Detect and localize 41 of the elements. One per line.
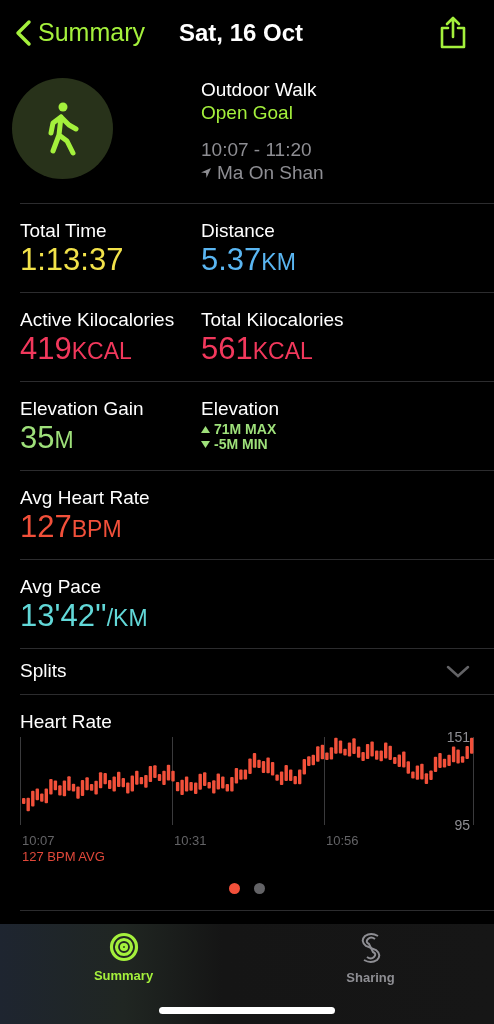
workout-type: Outdoor Walk [201, 78, 318, 101]
workout-time: 10:07 - 11:20 [201, 138, 313, 161]
stat-value: 561KCAL [201, 331, 314, 368]
stat-value: 1:13:37 [20, 242, 125, 278]
back-button[interactable]: Summary [14, 14, 145, 52]
axis-label: 10:31 [174, 833, 207, 849]
stat-label: Total Time [20, 219, 108, 242]
stat-value: 35M [20, 420, 75, 457]
elevation-reading: 71M MAX [214, 422, 277, 437]
stat-label: Distance [201, 219, 276, 242]
stat-value: 5.37KM [201, 242, 297, 279]
workout-goal: Open Goal [201, 101, 294, 124]
stat-label: Active Kilocalories [20, 308, 176, 331]
chart-max-label: 151 [446, 728, 470, 747]
tab[interactable]: Sharing [247, 932, 494, 992]
chevron-down-icon [446, 665, 470, 678]
average-label: 127 BPM AVG [21, 849, 106, 865]
tab[interactable]: Summary [0, 932, 247, 992]
stat-value: 13'42''/KM [20, 598, 149, 635]
stat-value: 127BPM [20, 509, 123, 546]
stat-label: Avg Pace [20, 575, 102, 598]
page-title: Sat, 16 Oct [178, 18, 304, 48]
stat-label: Total Kilocalories [201, 308, 345, 331]
axis-label: 10:56 [326, 833, 359, 849]
location-arrow-icon [201, 167, 211, 178]
share-button[interactable] [438, 16, 468, 50]
chart-min-label: 95 [454, 816, 470, 835]
stat-label: Elevation [201, 397, 281, 420]
up-triangle-icon [201, 425, 210, 434]
stat-label: Avg Heart Rate [20, 486, 151, 509]
elevation-reading: -5M MIN [214, 437, 268, 452]
chevron-left-icon [14, 19, 32, 47]
sharing-icon [359, 932, 382, 964]
stat-value: 419KCAL [20, 331, 133, 368]
splits-row[interactable]: Splits [20, 648, 494, 694]
rings-icon [108, 932, 139, 962]
down-triangle-icon [201, 440, 210, 449]
axis-label: 10:07 [22, 833, 55, 849]
workout-location: Ma On Shan [217, 161, 324, 184]
chart-title: Heart Rate [20, 710, 113, 733]
stat-label: Elevation Gain [20, 397, 145, 420]
